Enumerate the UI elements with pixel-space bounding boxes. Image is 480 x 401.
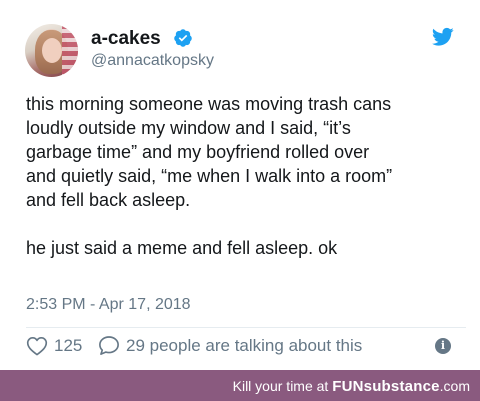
tweet-timestamp[interactable]: 2:53 PM - Apr 17, 2018 <box>26 296 191 314</box>
footer-prefix: Kill your time at <box>232 378 333 394</box>
verified-badge-icon <box>174 29 192 47</box>
avatar[interactable] <box>25 24 78 77</box>
tweet-line: and quietly said, “me when I walk into a… <box>26 166 393 186</box>
display-name[interactable]: a-cakes <box>91 28 161 50</box>
tweet-line-last: he just said a meme and fell asleep. ok <box>26 238 338 258</box>
footer-watermark: Kill your time at FUNsubstance.com <box>233 378 470 395</box>
tweet-actions: 125 29 people are talking about this i <box>24 333 464 357</box>
divider <box>26 327 466 328</box>
info-icon[interactable]: i <box>435 338 451 354</box>
footer-brand-rest: substance <box>363 378 440 395</box>
speech-bubble-icon[interactable] <box>98 335 120 356</box>
heart-icon[interactable] <box>26 336 48 356</box>
footer-brand-fun: FUN <box>332 378 364 395</box>
like-count[interactable]: 125 <box>54 336 82 356</box>
tweet-body: this morning someone was moving trash ca… <box>26 92 466 260</box>
talking-about-text[interactable]: 29 people are talking about this <box>126 336 362 356</box>
avatar-background <box>62 24 78 77</box>
twitter-bird-icon[interactable] <box>432 27 454 47</box>
tweet-line: garbage time” and my boyfriend rolled ov… <box>26 142 370 162</box>
tweet-line: this morning someone was moving trash ca… <box>26 94 392 114</box>
tweet-line: loudly outside my window and I said, “it… <box>26 118 351 138</box>
tweet-card: a-cakes @annacatkopsky this morning some… <box>0 0 480 370</box>
avatar-face <box>42 38 62 63</box>
tweet-line: and fell back asleep. <box>26 190 191 210</box>
footer-brand-suffix: .com <box>439 378 470 394</box>
user-handle[interactable]: @annacatkopsky <box>91 52 214 70</box>
funsubstance-footer: Kill your time at FUNsubstance.com <box>0 370 480 401</box>
